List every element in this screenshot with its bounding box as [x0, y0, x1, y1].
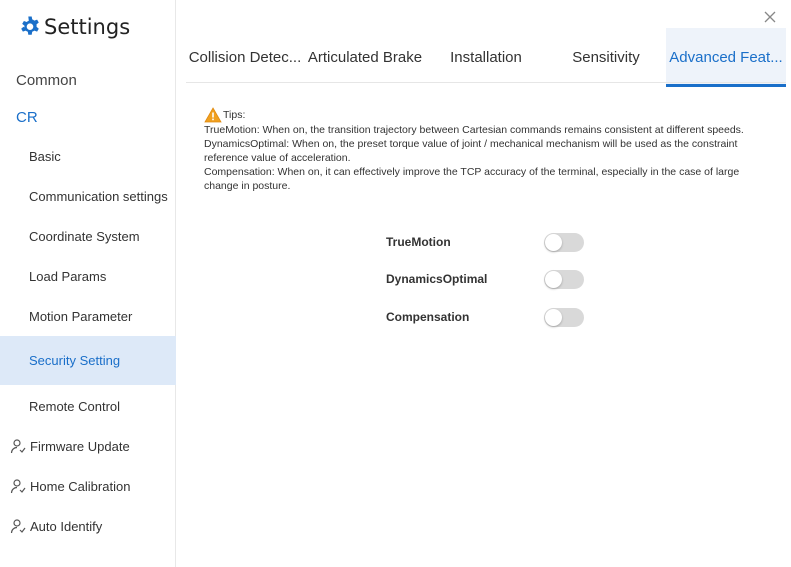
person-icon	[10, 518, 26, 534]
app-title-text: Settings	[44, 15, 131, 39]
sidebar-item-motion-parameter[interactable]: Motion Parameter	[0, 304, 176, 328]
sidebar-item-remote-control[interactable]: Remote Control	[0, 394, 176, 418]
option-label: TrueMotion	[386, 235, 451, 249]
sidebar-item-security-setting[interactable]: Security Setting	[0, 336, 176, 385]
sidebar-section-common[interactable]: Common	[0, 68, 176, 92]
truemotion-toggle[interactable]	[544, 232, 584, 252]
toggle-knob	[545, 270, 562, 288]
sidebar-item-basic[interactable]: Basic	[0, 144, 176, 168]
toggle-knob	[545, 233, 562, 251]
active-tab-indicator	[666, 84, 786, 87]
sidebar-item-label: Auto Identify	[30, 518, 103, 534]
person-icon	[10, 438, 26, 454]
tab-sensitivity[interactable]: Sensitivity	[546, 28, 666, 86]
dynamicsoptimal-toggle[interactable]	[544, 269, 584, 289]
sidebar-item-communication-settings[interactable]: Communication settings	[0, 184, 176, 208]
tips-line-dynamicsoptimal: DynamicsOptimal: When on, the preset tor…	[204, 138, 738, 164]
tab-bar: Collision Detec... Articulated Brake Ins…	[176, 28, 791, 86]
app-title: Settings	[18, 12, 130, 42]
person-icon	[10, 478, 26, 494]
option-label: DynamicsOptimal	[386, 272, 488, 286]
sidebar-item-coordinate-system[interactable]: Coordinate System	[0, 224, 176, 248]
tips-header: Tips:	[204, 107, 754, 123]
tips-line-truemotion: TrueMotion: When on, the transition traj…	[204, 124, 744, 136]
tab-advanced-features[interactable]: Advanced Feat...	[666, 28, 786, 86]
option-label: Compensation	[386, 310, 470, 324]
toggle-knob	[545, 308, 562, 326]
sidebar-item-label: Home Calibration	[30, 478, 131, 494]
sidebar-item-home-calibration[interactable]: Home Calibration	[0, 474, 176, 498]
tips-line-compensation: Compensation: When on, it can effectivel…	[204, 166, 740, 192]
close-icon	[764, 11, 776, 23]
tabs-divider	[186, 82, 786, 83]
compensation-toggle[interactable]	[544, 307, 584, 327]
tab-articulated-brake[interactable]: Articulated Brake	[304, 28, 426, 86]
tips-title: Tips:	[223, 109, 246, 121]
sidebar-item-firmware-update[interactable]: Firmware Update	[0, 434, 176, 458]
sidebar-item-label: Firmware Update	[30, 438, 130, 454]
tab-installation[interactable]: Installation	[426, 28, 546, 86]
sidebar: Settings Common CR Basic Communication s…	[0, 0, 176, 567]
sidebar-item-load-params[interactable]: Load Params	[0, 264, 176, 288]
close-button[interactable]	[762, 9, 778, 25]
option-dynamicsoptimal: DynamicsOptimal	[386, 268, 586, 290]
option-compensation: Compensation	[386, 306, 586, 328]
tab-collision-detection[interactable]: Collision Detec...	[186, 28, 304, 86]
gear-icon	[18, 15, 42, 39]
sidebar-item-auto-identify[interactable]: Auto Identify	[0, 514, 176, 538]
option-truemotion: TrueMotion	[386, 231, 586, 253]
warning-icon	[204, 107, 222, 123]
sidebar-section-cr[interactable]: CR	[0, 105, 176, 129]
tips-panel: Tips: TrueMotion: When on, the transitio…	[204, 107, 754, 193]
